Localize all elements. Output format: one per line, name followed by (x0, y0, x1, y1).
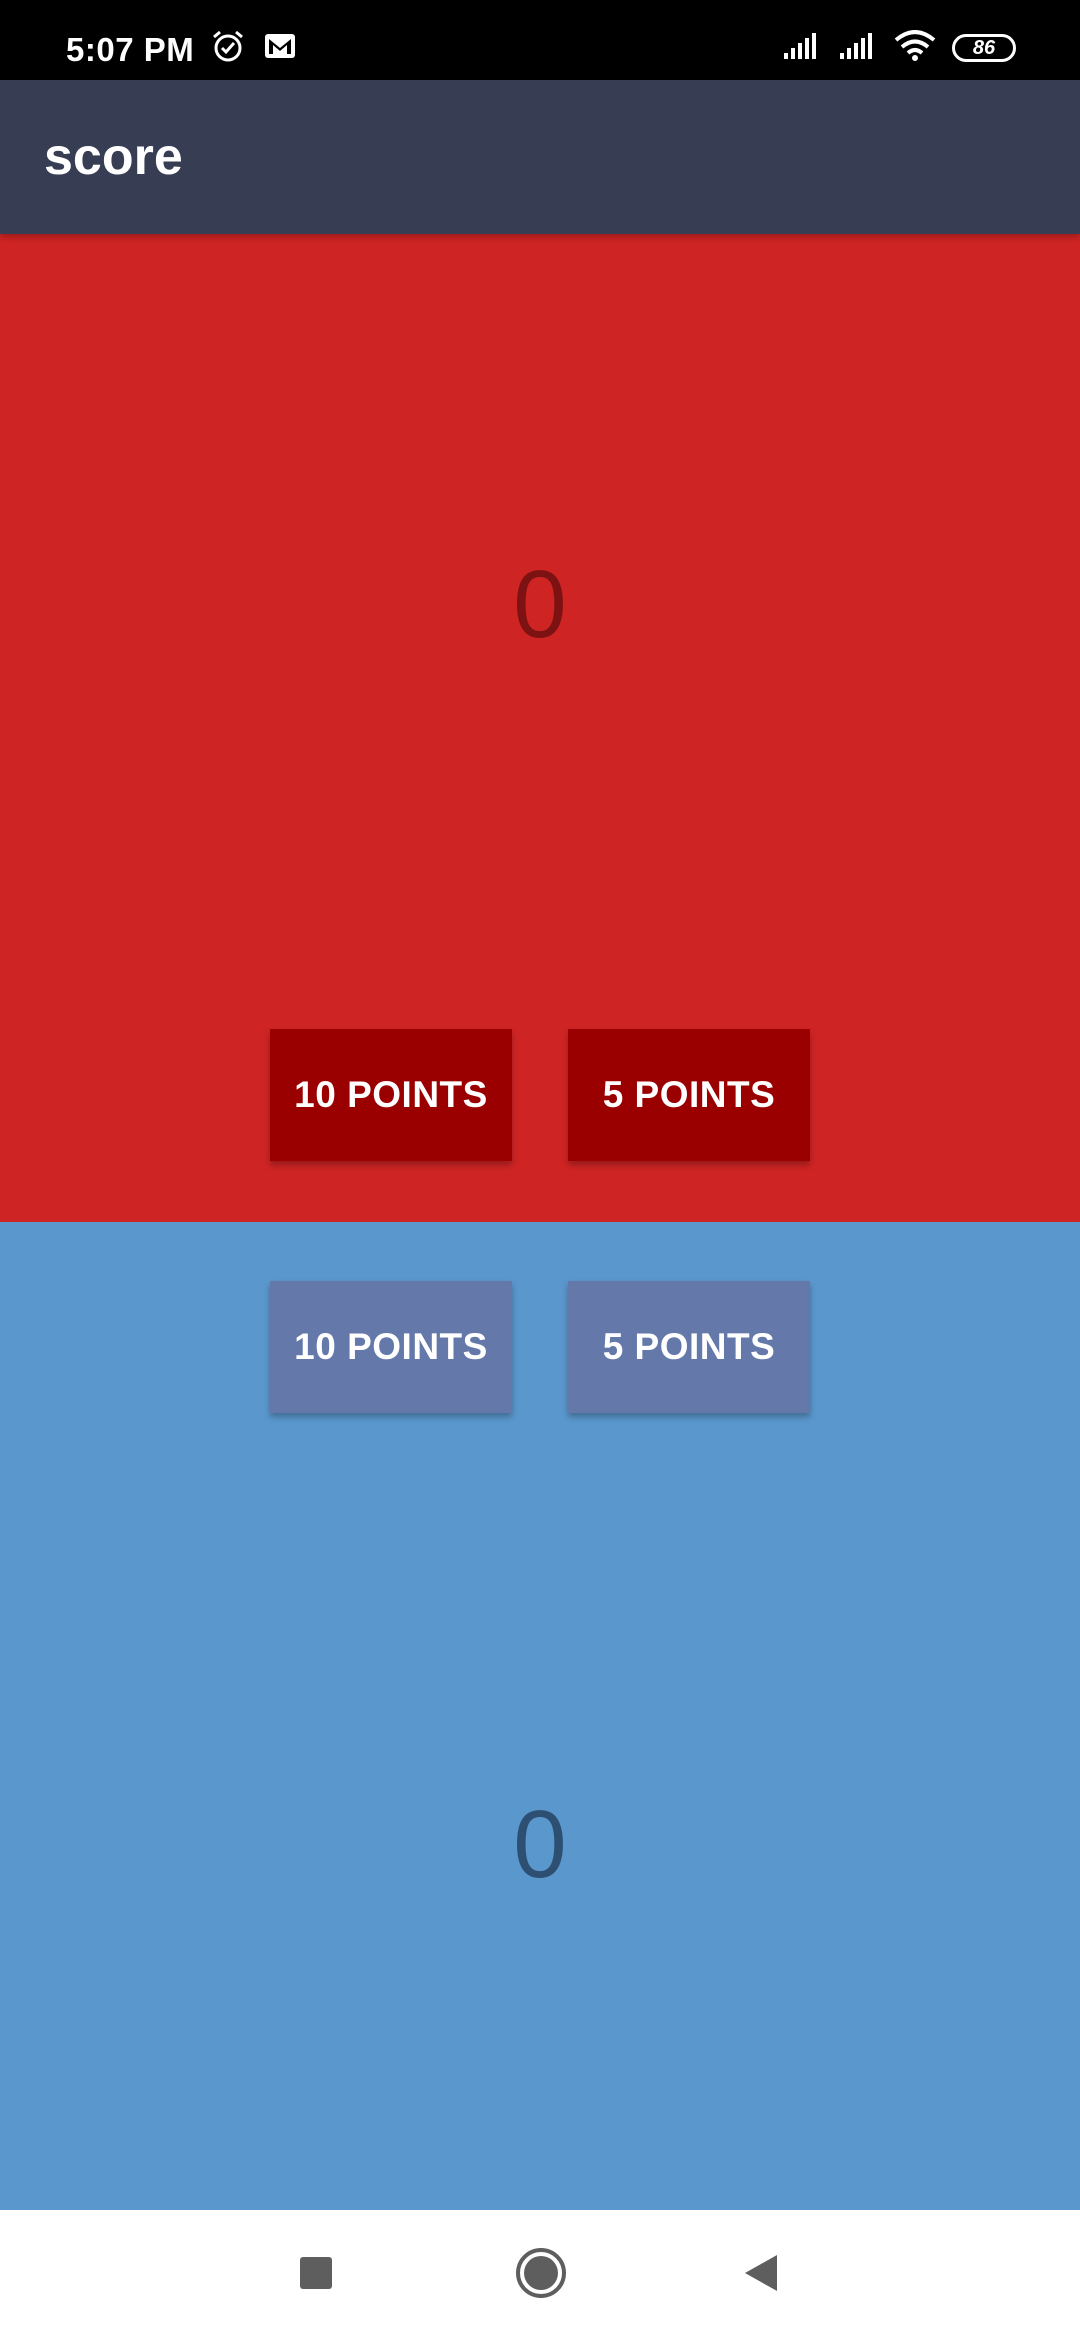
team-b-5-points-button[interactable]: 5 POINTS (568, 1281, 810, 1413)
back-button[interactable] (696, 2210, 826, 2340)
back-icon (743, 2253, 779, 2298)
app-title: score (44, 128, 183, 186)
status-bar: 5:07 PM 86 (0, 0, 1080, 80)
status-left-icons (210, 28, 296, 68)
screen: 5:07 PM 86 score 0 10 POINTS 5 POINTS 10… (0, 0, 1080, 2340)
battery-icon: 86 (952, 34, 1016, 62)
team-b-score: 0 (513, 1791, 567, 1898)
team-a-5-points-button[interactable]: 5 POINTS (568, 1029, 810, 1161)
team-a-score: 0 (513, 551, 567, 658)
navigation-bar (0, 2210, 1080, 2340)
team-a-button-row: 10 POINTS 5 POINTS (0, 1029, 1080, 1161)
team-b-panel: 10 POINTS 5 POINTS 0 (0, 1222, 1080, 2210)
status-time: 5:07 PM (66, 31, 195, 68)
recent-apps-icon (299, 2256, 333, 2295)
team-a-panel: 0 10 POINTS 5 POINTS (0, 234, 1080, 1222)
team-a-10-points-button[interactable]: 10 POINTS (270, 1029, 512, 1161)
home-button[interactable] (476, 2210, 606, 2340)
battery-level: 86 (972, 36, 996, 59)
team-b-10-points-button[interactable]: 10 POINTS (270, 1281, 512, 1413)
gmail-icon (264, 32, 296, 65)
app-bar: score (0, 80, 1080, 234)
recent-apps-button[interactable] (251, 2210, 381, 2340)
wifi-icon (894, 29, 936, 67)
home-icon (515, 2247, 567, 2304)
signal-icon (782, 31, 822, 66)
team-b-button-row: 10 POINTS 5 POINTS (0, 1281, 1080, 1413)
alarm-icon (210, 28, 246, 69)
signal-icon (838, 31, 878, 66)
status-right-icons: 86 (782, 28, 1016, 68)
